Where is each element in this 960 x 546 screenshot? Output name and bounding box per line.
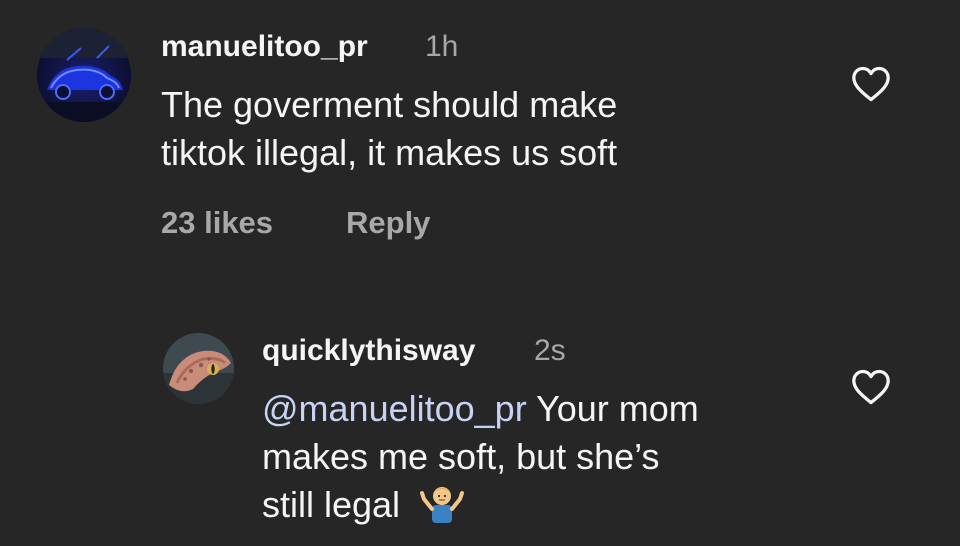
likes-count[interactable]: 23 likes xyxy=(161,205,273,241)
heart-outline-icon[interactable] xyxy=(851,369,891,405)
reply-button[interactable]: Reply xyxy=(346,205,430,241)
user-avatar[interactable] xyxy=(163,333,234,404)
comment-text-segment: still legal xyxy=(262,484,401,525)
user-mention-link[interactable]: @manuelitoo_pr xyxy=(262,388,527,429)
comment-line: @manuelitoo_pr Your mom xyxy=(262,385,842,433)
comment-timestamp: 2s xyxy=(534,334,566,367)
comment-line: still legal xyxy=(262,481,842,529)
comment-username[interactable]: quicklythisway xyxy=(262,334,475,368)
comment-line: tiktok illegal, it makes us soft xyxy=(161,132,618,173)
comment-text-segment: Your mom xyxy=(526,388,699,429)
comment-body: @manuelitoo_pr Your mom makes me soft, b… xyxy=(262,385,842,529)
comment-line: makes me soft, but she’s xyxy=(262,436,660,477)
man-shrugging-emoji-icon xyxy=(420,487,465,523)
comment-username[interactable]: manuelitoo_pr xyxy=(161,30,368,64)
comment-line: The goverment should make xyxy=(161,84,618,125)
comments-panel: manuelitoo_pr 1h The goverment should ma… xyxy=(0,0,960,546)
gecko-avatar-icon xyxy=(163,333,234,404)
comment-timestamp: 1h xyxy=(425,30,459,63)
comment-body: The goverment should make tiktok illegal… xyxy=(161,81,821,177)
blue-light-car-avatar-icon xyxy=(37,28,131,122)
user-avatar[interactable] xyxy=(37,28,131,122)
heart-outline-icon[interactable] xyxy=(851,66,891,102)
